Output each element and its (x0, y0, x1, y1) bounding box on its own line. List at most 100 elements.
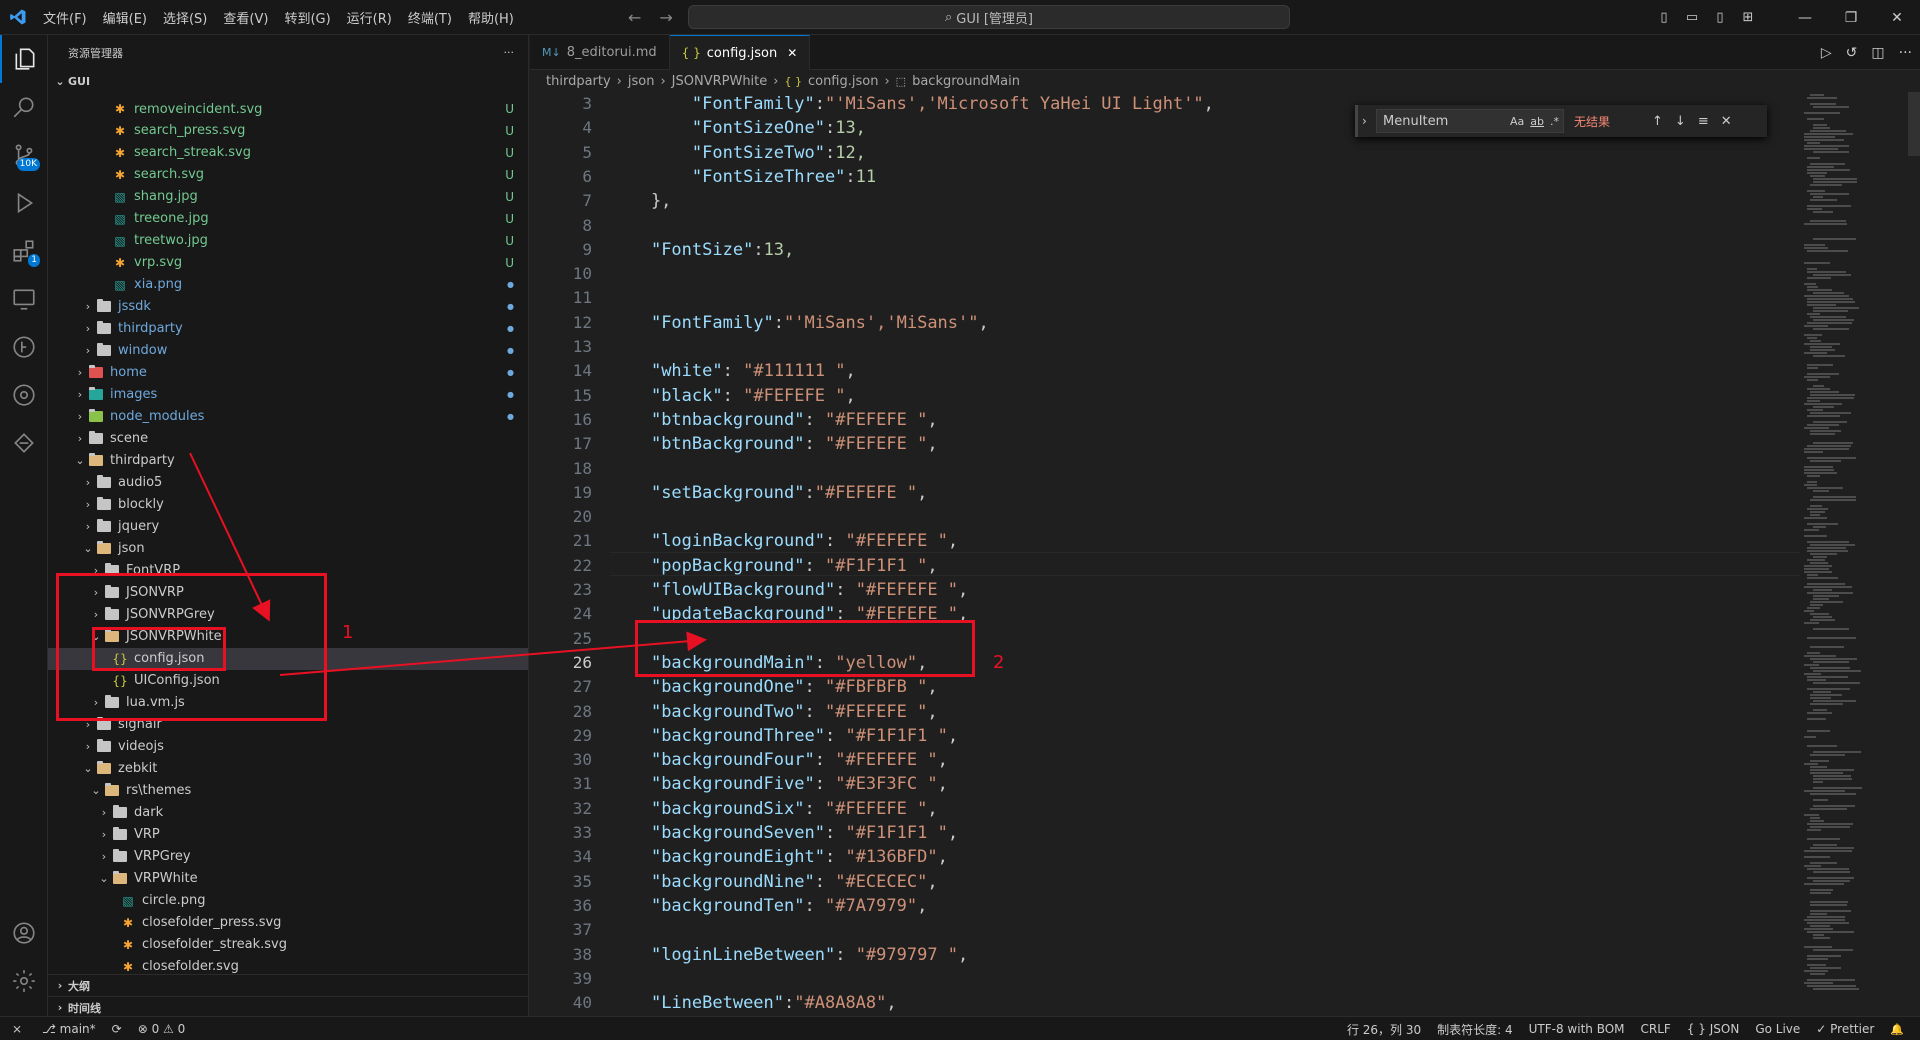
tree-item[interactable]: ⌄ zebkit (48, 758, 528, 780)
tree-item[interactable]: ▧ shang.jpg U (48, 186, 528, 208)
tree-item[interactable]: ⌄ rs\themes (48, 780, 528, 802)
tree-item[interactable]: › VRP (48, 824, 528, 846)
tree-item[interactable]: ✱ closefolder_streak.svg (48, 934, 528, 956)
tree-item[interactable]: › videojs (48, 736, 528, 758)
breadcrumb-item[interactable]: thirdparty (546, 74, 611, 89)
toggle-panel-icon[interactable]: ▭ (1678, 10, 1706, 25)
find-input[interactable]: MenuItem Aa ab .* (1376, 109, 1564, 133)
status-item[interactable]: 行 26，列 30 (1339, 1021, 1429, 1038)
forward-arrow-icon[interactable]: → (659, 8, 672, 27)
settings-gear-icon[interactable] (0, 957, 48, 1005)
tree-item[interactable]: ✱ removeincident.svg U (48, 98, 528, 120)
toggle-secondary-sidebar-icon[interactable]: ▯ (1706, 10, 1734, 25)
match-case-icon[interactable]: Aa (1510, 115, 1524, 128)
menu-item[interactable]: 选择(S) (155, 12, 215, 27)
timeline-icon[interactable] (0, 419, 48, 467)
outline-section[interactable]: › 大纲 (48, 974, 528, 996)
status-item[interactable]: CRLF (1633, 1022, 1679, 1036)
tree-item[interactable]: › VRPGrey (48, 846, 528, 868)
tree-item[interactable]: › dark (48, 802, 528, 824)
minimize-icon[interactable]: — (1782, 10, 1828, 26)
toggle-sidebar-icon[interactable]: ▯ (1650, 10, 1678, 25)
workspace-root[interactable]: ⌄ GUI (48, 70, 528, 92)
regex-icon[interactable]: .* (1550, 115, 1559, 128)
git-graph-icon[interactable] (0, 323, 48, 371)
breadcrumb-item[interactable]: json (628, 74, 655, 89)
tree-item[interactable]: › blockly (48, 494, 528, 516)
menu-item[interactable]: 终端(T) (400, 12, 460, 27)
timeline-section[interactable]: › 时间线 (48, 996, 528, 1018)
tree-item[interactable]: ✱ search_streak.svg U (48, 142, 528, 164)
split-editor-icon[interactable]: ◫ (1871, 45, 1884, 61)
account-icon[interactable] (0, 909, 48, 957)
status-item[interactable]: Go Live (1747, 1022, 1808, 1036)
tree-item[interactable]: ▧ treeone.jpg U (48, 208, 528, 230)
next-match-icon[interactable]: ↓ (1675, 114, 1686, 129)
tree-item[interactable]: › jssdk ● (48, 296, 528, 318)
breadcrumb-item[interactable]: JSONVRPWhite (672, 74, 768, 89)
tab-config-json[interactable]: { } config.json ✕ (669, 35, 811, 70)
tab-editorui-md[interactable]: M↓ 8_editorui.md (530, 35, 670, 70)
tree-item[interactable]: › thirdparty ● (48, 318, 528, 340)
tree-item[interactable]: › images ● (48, 384, 528, 406)
tree-item[interactable]: › node_modules ● (48, 406, 528, 428)
vertical-scrollbar[interactable] (1906, 92, 1920, 1016)
menu-item[interactable]: 运行(R) (339, 12, 400, 27)
status-item[interactable]: 制表符长度: 4 (1429, 1021, 1521, 1038)
problems-count[interactable]: ⊗ 0 ⚠ 0 (130, 1022, 194, 1036)
tree-item[interactable]: ⌄ thirdparty (48, 450, 528, 472)
customize-layout-icon[interactable]: ⊞ (1734, 10, 1762, 25)
tree-item[interactable]: ⌄ json (48, 538, 528, 560)
restore-icon[interactable]: ❐ (1828, 10, 1874, 26)
command-center-search[interactable]: ⌕ GUI [管理员] (688, 5, 1290, 29)
close-find-icon[interactable]: ✕ (1721, 114, 1732, 129)
open-changes-icon[interactable]: ↺ (1846, 45, 1858, 61)
minimap[interactable] (1800, 92, 1900, 1016)
run-debug-icon[interactable] (0, 179, 48, 227)
notifications-bell-icon[interactable]: 🔔 (1882, 1023, 1912, 1036)
find-in-selection-icon[interactable]: ≡ (1698, 114, 1709, 129)
tree-item[interactable]: ⌄ VRPWhite (48, 868, 528, 890)
tree-item[interactable]: ▧ xia.png ● (48, 274, 528, 296)
tree-item[interactable]: ▧ treetwo.jpg U (48, 230, 528, 252)
tree-item[interactable]: ✱ closefolder.svg (48, 956, 528, 974)
tree-item[interactable]: › jquery (48, 516, 528, 538)
breadcrumb-item[interactable]: config.json (808, 74, 879, 89)
close-tab-icon[interactable]: ✕ (787, 46, 797, 60)
source-control-icon[interactable]: 10K (0, 131, 48, 179)
tree-item[interactable]: ✱ closefolder_press.svg (48, 912, 528, 934)
gitlens-icon[interactable] (0, 371, 48, 419)
tree-item[interactable]: › scene (48, 428, 528, 450)
more-actions-icon[interactable]: ··· (1899, 45, 1912, 61)
tree-item[interactable]: ▧ circle.png (48, 890, 528, 912)
tree-item[interactable]: ✱ vrp.svg U (48, 252, 528, 274)
status-item[interactable]: ✓ Prettier (1808, 1022, 1882, 1036)
extensions-icon[interactable]: 1 (0, 227, 48, 275)
remote-indicator-icon[interactable]: ⨯ (0, 1016, 34, 1040)
menu-item[interactable]: 文件(F) (35, 12, 95, 27)
scrollbar-thumb[interactable] (1908, 92, 1920, 156)
tree-item[interactable]: ✱ search_press.svg U (48, 120, 528, 142)
code-view[interactable]: 3 4 5 6 7 8 9 10 11 12 13 14 15 16 17 18 19 20 21 22 23 24 25 2… (530, 92, 1800, 1016)
menu-item[interactable]: 转到(G) (276, 12, 338, 27)
tree-item[interactable]: › window ● (48, 340, 528, 362)
previous-match-icon[interactable]: ↑ (1652, 114, 1663, 129)
toggle-replace-icon[interactable]: › (1362, 114, 1367, 128)
menu-item[interactable]: 查看(V) (215, 12, 276, 27)
run-icon[interactable]: ▷ (1821, 45, 1832, 61)
git-branch[interactable]: ⎇ main* (34, 1022, 104, 1036)
sync-icon[interactable]: ⟳ (104, 1022, 130, 1036)
remote-explorer-icon[interactable] (0, 275, 48, 323)
breadcrumb-item[interactable]: backgroundMain (912, 74, 1020, 89)
match-word-icon[interactable]: ab (1530, 115, 1544, 128)
tree-item[interactable]: › audio5 (48, 472, 528, 494)
tree-item[interactable]: › home ● (48, 362, 528, 384)
status-item[interactable]: UTF-8 with BOM (1521, 1022, 1633, 1036)
search-icon[interactable] (0, 83, 48, 131)
menu-item[interactable]: 编辑(E) (95, 12, 155, 27)
back-arrow-icon[interactable]: ← (628, 8, 641, 27)
tree-item[interactable]: ✱ search.svg U (48, 164, 528, 186)
explorer-icon[interactable] (0, 35, 48, 83)
status-item[interactable]: { } JSON (1679, 1022, 1747, 1036)
menu-item[interactable]: 帮助(H) (460, 12, 522, 27)
